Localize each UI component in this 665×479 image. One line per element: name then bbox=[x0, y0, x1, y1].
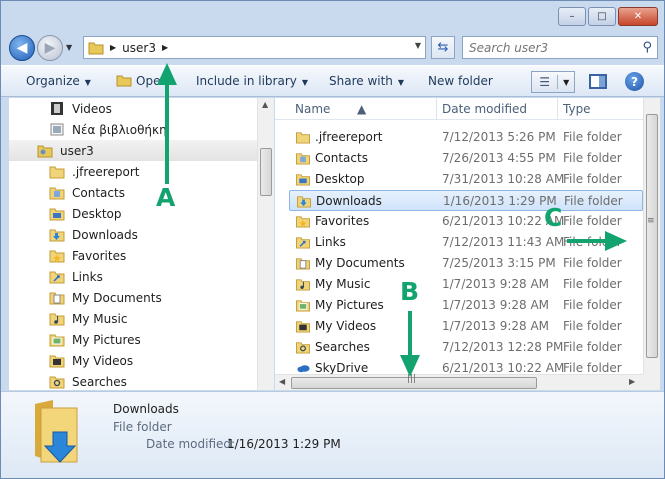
annotation-arrows bbox=[157, 63, 627, 377]
annotation-label-c: C bbox=[544, 203, 563, 232]
annotation-label-b: B bbox=[400, 277, 420, 306]
annotation-label-a: A bbox=[156, 183, 176, 212]
arrow-c bbox=[567, 231, 627, 251]
arrow-a bbox=[157, 63, 177, 184]
arrow-b bbox=[400, 311, 420, 377]
explorer-window: – □ ✕ ◀ ▶ ▼ ▶ user3 ▶ ▼ ⇆ ⚲ Organize▼ Op… bbox=[0, 0, 665, 479]
